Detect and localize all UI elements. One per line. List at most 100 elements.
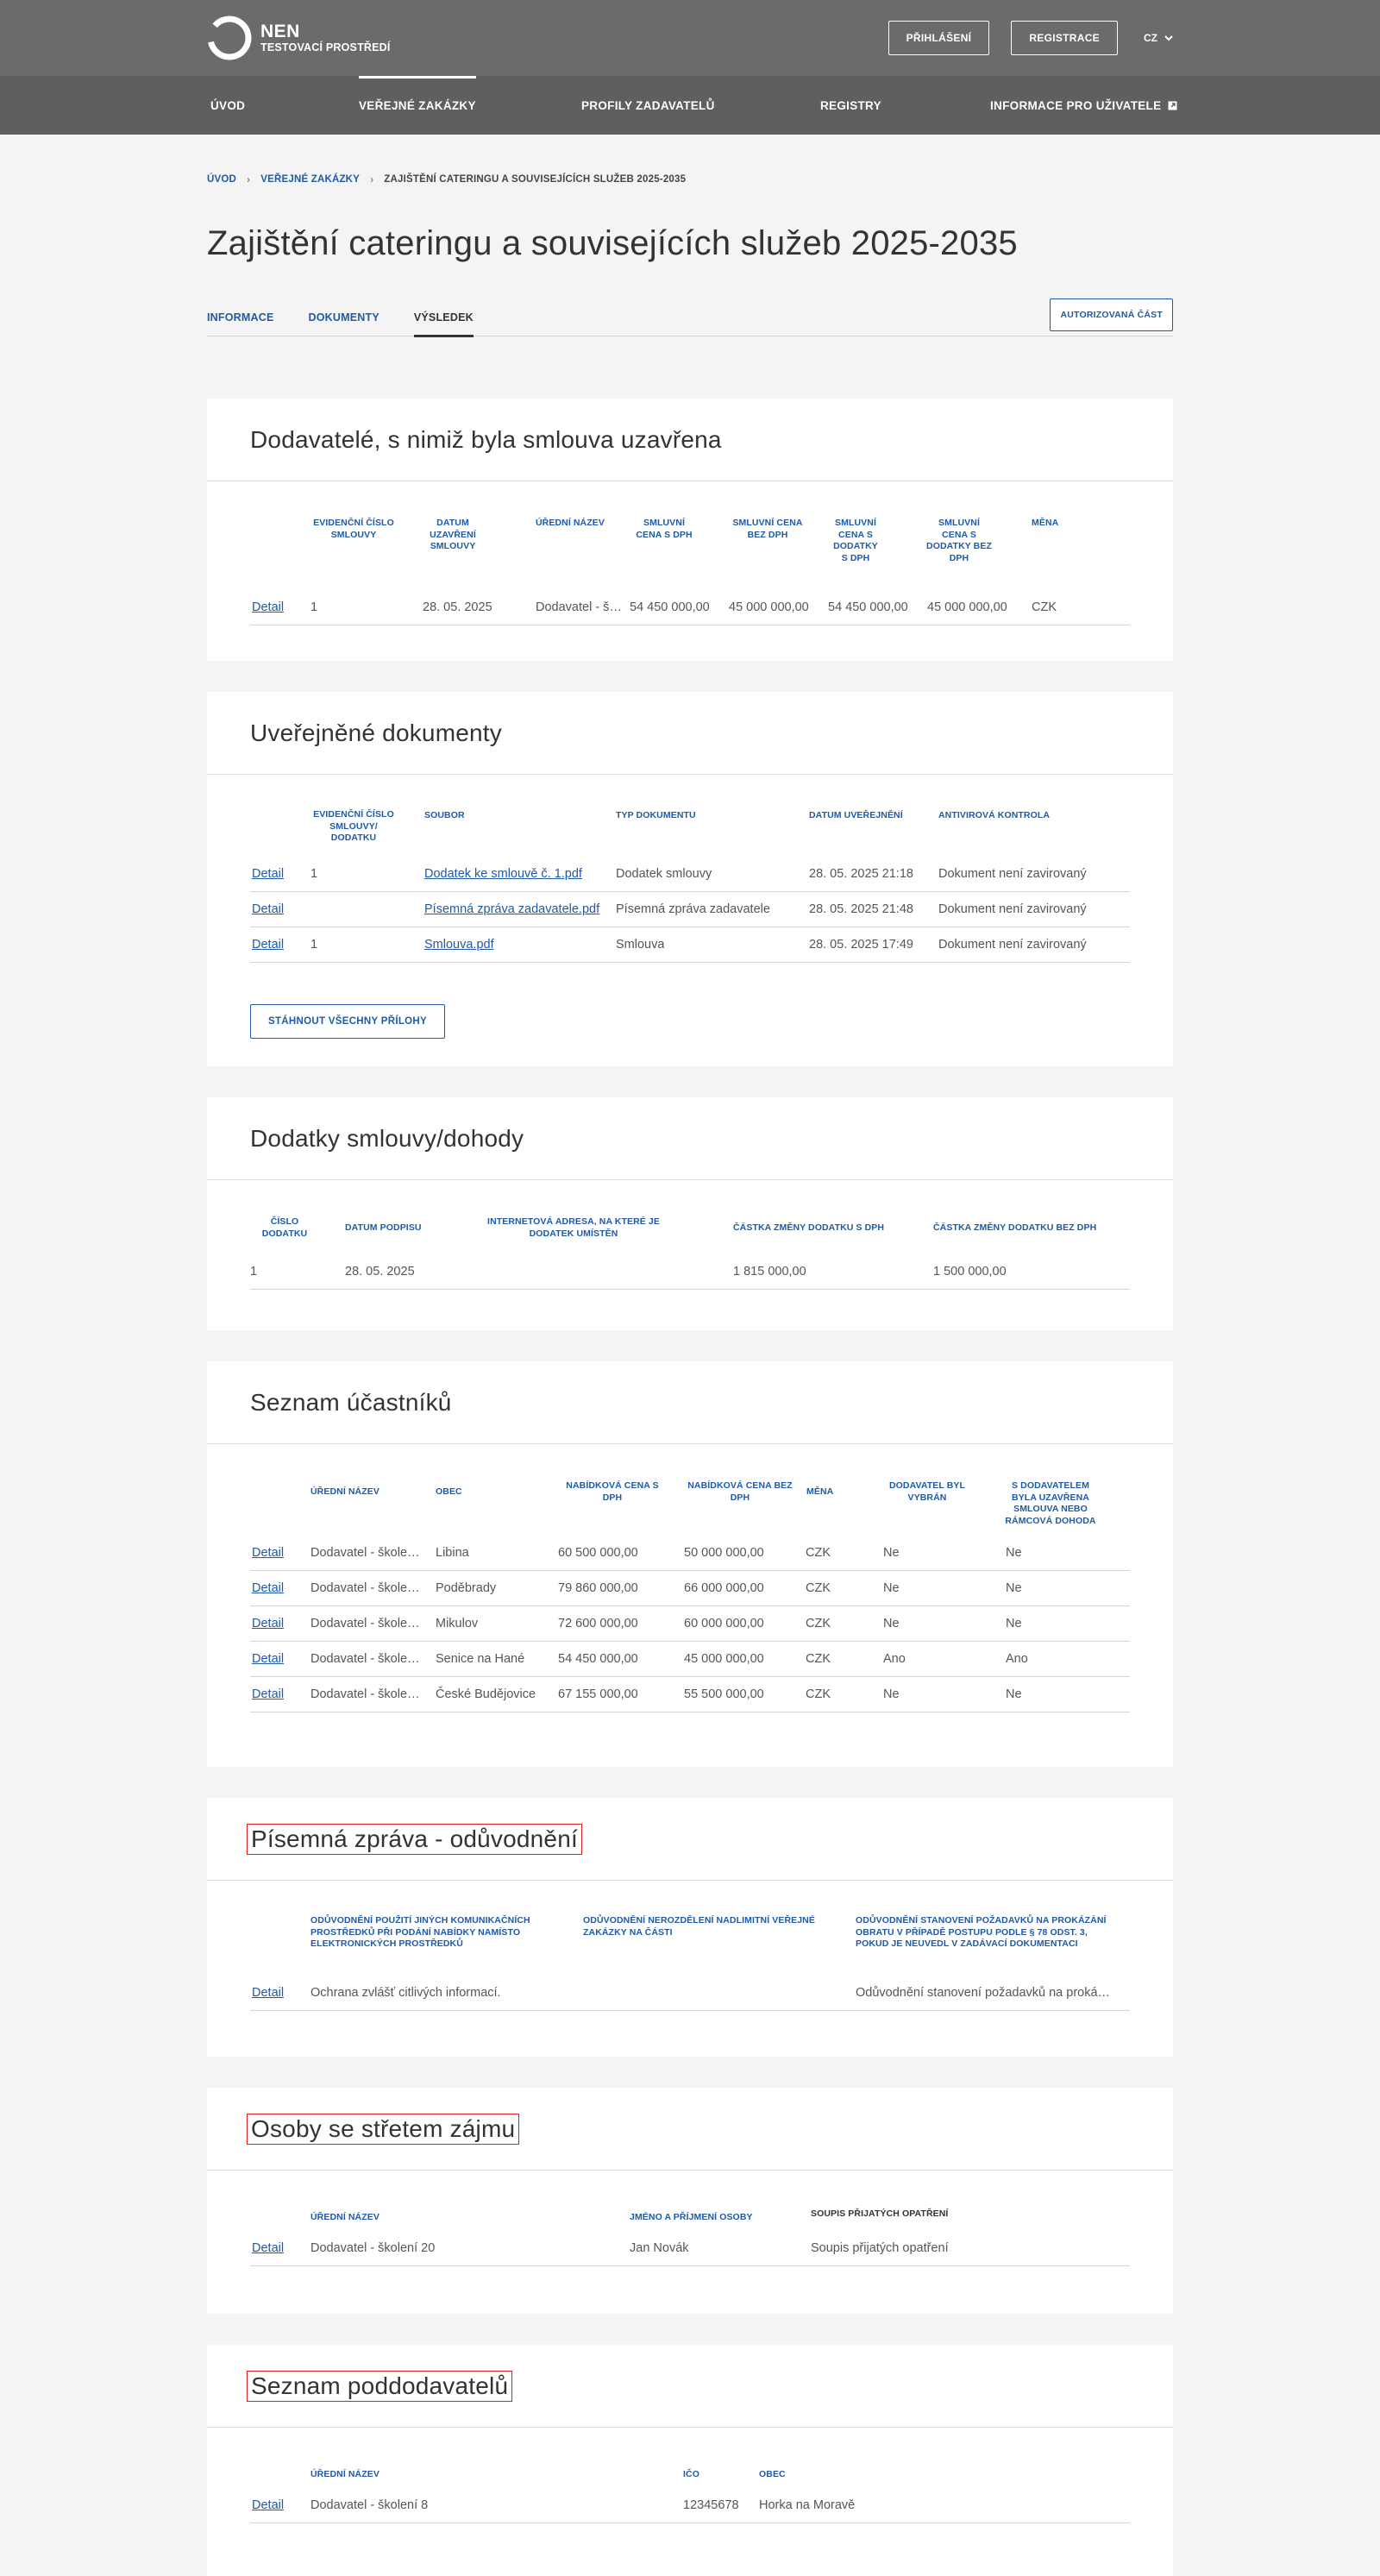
table-row: Detail Dodavatel - školení 20 Jan Novák … bbox=[250, 2231, 1130, 2266]
column-header: MĚNA bbox=[1032, 518, 1059, 528]
section-title: Písemná zpráva - odůvodnění bbox=[247, 1823, 582, 1855]
nav-item-uvod[interactable]: ÚVOD bbox=[210, 76, 245, 135]
column-header: ODŮVODNĚNÍ STANOVENÍ POŽADAVKŮ NA PROKÁZ… bbox=[856, 1915, 1107, 1949]
cell: 45 000 000,00 bbox=[684, 1652, 764, 1666]
download-all-button[interactable]: STÁHNOUT VŠECHNY PŘÍLOHY bbox=[250, 1004, 445, 1039]
nav-item-registry[interactable]: REGISTRY bbox=[820, 76, 881, 135]
column-header: DATUM UZAVŘENÍ SMLOUVY bbox=[430, 518, 476, 551]
language-selector[interactable]: CZ bbox=[1144, 32, 1173, 44]
cell: České Budějovice bbox=[436, 1687, 536, 1701]
cell: 1 bbox=[310, 600, 318, 614]
column-header: DATUM PODPISU bbox=[345, 1222, 422, 1233]
cell: Dodavatel - školení 18 bbox=[310, 1581, 424, 1595]
breadcrumb-link-verejne-zakazky[interactable]: VEŘEJNÉ ZAKÁZKY bbox=[260, 174, 360, 185]
amendments-card: Dodatky smlouvy/dohody ČÍSLO DODATKU DAT… bbox=[207, 1097, 1173, 1330]
cell: Písemná zpráva zadavatele bbox=[616, 902, 770, 916]
column-header: SOUPIS PŘIJATÝCH OPATŘENÍ bbox=[811, 2208, 949, 2219]
column-header: S DODAVATELEM BYLA UZAVŘENA SMLOUVA NEBO… bbox=[1005, 1480, 1096, 1526]
cell: 28. 05. 2025 21:48 bbox=[809, 902, 913, 916]
column-header: ANTIVIROVÁ KONTROLA bbox=[938, 810, 1051, 820]
column-header: ODŮVODNĚNÍ NEROZDĚLENÍ NADLIMITNÍ VEŘEJN… bbox=[583, 1915, 815, 1938]
detail-link[interactable]: Detail bbox=[252, 1687, 284, 1701]
section-title: Osoby se střetem zájmu bbox=[247, 2113, 520, 2145]
document-link[interactable]: Písemná zpráva zadavatele.pdf bbox=[424, 902, 610, 916]
column-header: EVIDENČNÍ ČÍSLO SMLOUVY bbox=[313, 518, 394, 540]
column-header: SMLUVNÍ CENA BEZ DPH bbox=[732, 518, 803, 540]
cell: Soupis přijatých opatření bbox=[811, 2241, 949, 2255]
column-header: SMLUVNÍ CENA S DODATKY S DPH bbox=[833, 518, 878, 563]
suppliers-contract-card: Dodavatelé, s nimiž byla smlouva uzavřen… bbox=[207, 399, 1173, 661]
cell: 66 000 000,00 bbox=[684, 1581, 764, 1595]
column-header: ÚŘEDNÍ NÁZEV bbox=[310, 1486, 380, 1497]
logo-subtitle: TESTOVACÍ PROSTŘEDÍ bbox=[260, 41, 391, 53]
cell: CZK bbox=[806, 1687, 831, 1701]
cell: 28. 05. 2025 17:49 bbox=[809, 938, 913, 952]
language-label: CZ bbox=[1144, 32, 1157, 44]
cell: Dokument není zavirovaný bbox=[938, 867, 1087, 881]
detail-link[interactable]: Detail bbox=[252, 1581, 284, 1595]
cell: 60 500 000,00 bbox=[558, 1546, 638, 1560]
cell: Horka na Moravě bbox=[759, 2498, 856, 2512]
cell: CZK bbox=[806, 1546, 831, 1560]
cell: Smlouva bbox=[616, 938, 665, 952]
cell: 12345678 bbox=[683, 2498, 739, 2512]
detail-link[interactable]: Detail bbox=[252, 938, 284, 952]
column-header: ÚŘEDNÍ NÁZEV bbox=[536, 518, 605, 528]
cell: 28. 05. 2025 21:18 bbox=[809, 867, 913, 881]
chevron-down-icon bbox=[1164, 35, 1173, 41]
cell: Dodavatel - školení 21 bbox=[310, 1687, 424, 1701]
cell: Ne bbox=[883, 1581, 900, 1595]
detail-link[interactable]: Detail bbox=[252, 2498, 284, 2512]
detail-link[interactable]: Detail bbox=[252, 1546, 284, 1560]
cell: 54 450 000,00 bbox=[630, 600, 710, 614]
column-header: NABÍDKOVÁ CENA BEZ DPH bbox=[687, 1480, 793, 1503]
column-header: SMLUVNÍ CENA S DODATKY BEZ DPH bbox=[926, 518, 992, 563]
detail-link[interactable]: Detail bbox=[252, 600, 284, 614]
table-row: Detail Dodavatel - školení 8 12345678 Ho… bbox=[250, 2488, 1130, 2523]
document-link[interactable]: Smlouva.pdf bbox=[424, 938, 610, 952]
subcontractors-card: Seznam poddodavatelů ÚŘEDNÍ NÁZEV IČO OB… bbox=[207, 2345, 1173, 2576]
cell: 1 bbox=[310, 938, 318, 952]
column-header: ÚŘEDNÍ NÁZEV bbox=[310, 2212, 380, 2222]
page-title: Zajištění cateringu a souvisejících služ… bbox=[207, 224, 1018, 262]
detail-link[interactable]: Detail bbox=[252, 1617, 284, 1630]
detail-link[interactable]: Detail bbox=[252, 1652, 284, 1666]
column-header: ODŮVODNĚNÍ POUŽITÍ JINÝCH KOMUNIKAČNÍCH … bbox=[310, 1915, 530, 1949]
cell: 45 000 000,00 bbox=[729, 600, 809, 614]
breadcrumb-link-uvod[interactable]: ÚVOD bbox=[207, 174, 236, 185]
cell: CZK bbox=[1032, 600, 1057, 614]
cell: 72 600 000,00 bbox=[558, 1617, 638, 1630]
logo-name: NEN bbox=[260, 21, 300, 41]
tab-vysledek[interactable]: VÝSLEDEK bbox=[413, 298, 474, 337]
tabs: INFORMACE DOKUMENTY VÝSLEDEK AUTORIZOVAN… bbox=[207, 298, 1173, 337]
column-header: NABÍDKOVÁ CENA S DPH bbox=[566, 1480, 659, 1503]
nav-item-profily-zadavatelu[interactable]: PROFILY ZADAVATELŮ bbox=[581, 76, 715, 135]
cell: Dodavatel - školení 20 bbox=[310, 1652, 424, 1666]
document-link[interactable]: Dodatek ke smlouvě č. 1.pdf bbox=[424, 867, 610, 881]
cell: 54 450 000,00 bbox=[558, 1652, 638, 1666]
cell: Dodavatel - školení 20 bbox=[310, 2241, 436, 2255]
detail-link[interactable]: Detail bbox=[252, 902, 284, 916]
table-row: Detail Ochrana zvlášť citlivých informac… bbox=[250, 1976, 1130, 2011]
cell: 67 155 000,00 bbox=[558, 1687, 638, 1701]
cell: 54 450 000,00 bbox=[828, 600, 908, 614]
detail-link[interactable]: Detail bbox=[252, 2241, 284, 2255]
cell: 1 bbox=[310, 867, 318, 881]
nav-item-informace-pro-uzivatele[interactable]: INFORMACE PRO UŽIVATELE bbox=[990, 76, 1177, 135]
register-button[interactable]: REGISTRACE bbox=[1011, 21, 1118, 55]
tab-informace[interactable]: INFORMACE bbox=[207, 298, 274, 336]
detail-link[interactable]: Detail bbox=[252, 1986, 284, 2000]
table-row: Detail 1 28. 05. 2025 Dodavatel - školen… bbox=[250, 590, 1130, 625]
login-button[interactable]: PŘIHLÁŠENÍ bbox=[888, 21, 990, 55]
nav-item-verejne-zakazky[interactable]: VEŘEJNÉ ZAKÁZKY bbox=[359, 76, 476, 135]
cell: 28. 05. 2025 bbox=[345, 1265, 415, 1279]
column-header: ČÁSTKA ZMĚNY DODATKU BEZ DPH bbox=[933, 1222, 1097, 1233]
tab-dokumenty[interactable]: DOKUMENTY bbox=[309, 298, 380, 336]
authorized-section-button[interactable]: AUTORIZOVANÁ ČÁST bbox=[1050, 298, 1173, 331]
column-header: MĚNA bbox=[806, 1486, 834, 1497]
detail-link[interactable]: Detail bbox=[252, 867, 284, 881]
chevron-right-icon: › bbox=[247, 173, 251, 185]
logo[interactable]: NEN TESTOVACÍ PROSTŘEDÍ bbox=[207, 16, 391, 60]
breadcrumb: ÚVOD › VEŘEJNÉ ZAKÁZKY › ZAJIŠTĚNÍ CATER… bbox=[207, 173, 1173, 186]
cell: Dodavatel - školení 17 bbox=[310, 1546, 424, 1560]
